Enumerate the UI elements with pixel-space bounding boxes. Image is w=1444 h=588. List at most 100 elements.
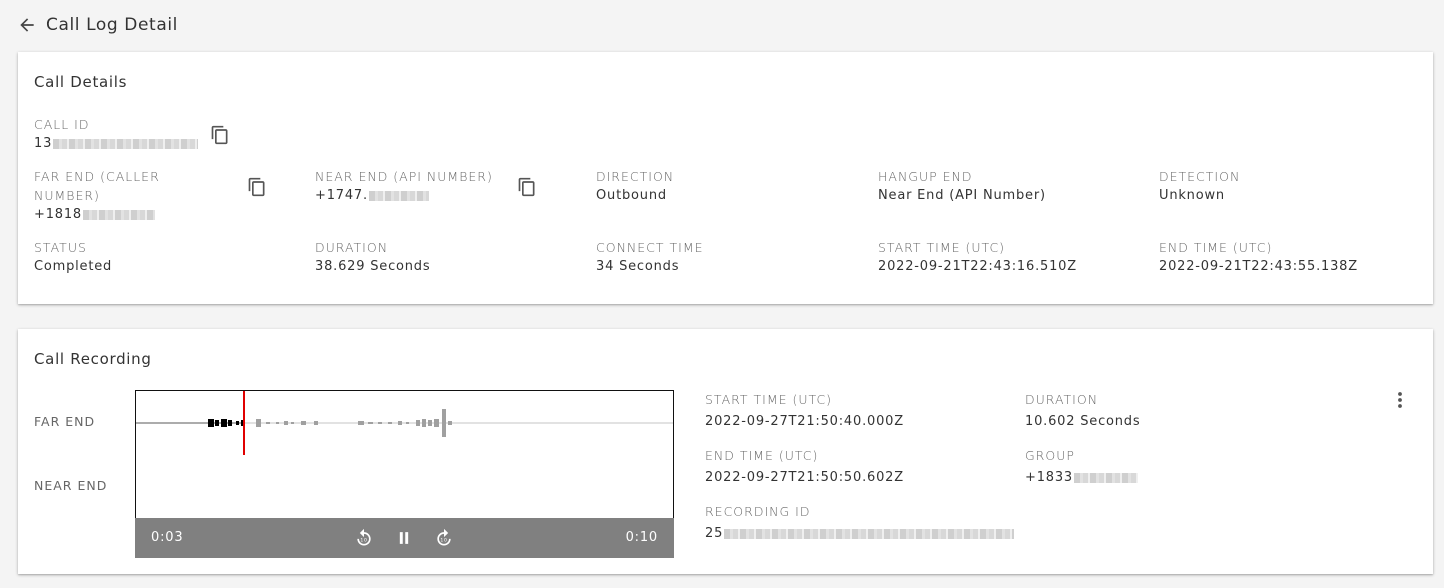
waveform-segment [378, 422, 382, 424]
player-controls: 0:03 10 10 0:10 [135, 518, 674, 558]
forward-10-button[interactable]: 10 [433, 527, 455, 549]
end-time-label: END TIME (UTC) [1159, 240, 1273, 255]
direction-label: DIRECTION [596, 169, 675, 184]
recording-id-value: 25 [705, 524, 1015, 543]
copy-near-end-button[interactable] [516, 176, 538, 198]
call-details-title: Call Details [34, 73, 128, 91]
waveform-segment [416, 420, 420, 426]
recording-start-time-label: START TIME (UTC) [705, 392, 833, 407]
pause-icon [399, 532, 409, 544]
waveform-segment [256, 419, 261, 427]
near-end-field: NEAR END (API NUMBER) +1747. [315, 167, 545, 205]
svg-text:10: 10 [360, 537, 367, 543]
recording-duration-value: 10.602 Seconds [1025, 414, 1141, 429]
direction-field: DIRECTION Outbound [596, 167, 826, 205]
call-id-text: 13 [34, 136, 53, 151]
waveform-segment [368, 422, 373, 424]
waveform-segment [406, 422, 409, 424]
recording-end-time-field: END TIME (UTC) 2022-09-27T21:50:50.602Z [705, 446, 904, 487]
waveform-segment [276, 422, 279, 424]
recording-end-time-label: END TIME (UTC) [705, 448, 819, 463]
arrow-left-icon [20, 18, 34, 32]
copy-far-end-button[interactable] [246, 176, 268, 198]
waveform-segment [236, 421, 239, 425]
far-end-field: FAR END (CALLER NUMBER) +1818 [34, 167, 204, 224]
far-end-text: +1818 [34, 207, 82, 222]
detection-label: DETECTION [1159, 169, 1241, 184]
end-time-field: END TIME (UTC) 2022-09-21T22:43:55.138Z [1159, 238, 1389, 276]
status-field: STATUS Completed [34, 238, 264, 276]
replay-10-button[interactable]: 10 [353, 527, 375, 549]
waveform-segment [208, 419, 214, 427]
page-title: Call Log Detail [46, 15, 178, 35]
connect-time-field: CONNECT TIME 34 Seconds [596, 238, 826, 276]
recording-group-value: +1833 [1025, 468, 1138, 487]
duration-value: 38.629 Seconds [315, 259, 431, 274]
copy-call-id-button[interactable] [209, 124, 231, 146]
recording-group-label: GROUP [1025, 448, 1075, 463]
recording-id-field: RECORDING ID 25 [705, 502, 1015, 543]
back-button[interactable] [16, 14, 38, 36]
waveform-segment [215, 420, 219, 426]
recording-duration-field: DURATION 10.602 Seconds [1025, 390, 1140, 431]
call-recording-card: Call Recording FAR END NEAR END 0:03 10 … [18, 329, 1433, 574]
copy-icon [211, 125, 228, 145]
recording-group-field: GROUP +1833 [1025, 446, 1138, 487]
forward-10-icon: 10 [437, 528, 451, 546]
current-time: 0:03 [151, 530, 184, 545]
recording-start-time-field: START TIME (UTC) 2022-09-27T21:50:40.000… [705, 390, 904, 431]
waveform-svg [136, 391, 673, 455]
connect-time-value: 34 Seconds [596, 259, 680, 274]
waveform-segment [301, 421, 306, 425]
waveform-segment [434, 419, 439, 427]
near-end-text: +1747. [315, 188, 368, 203]
waveform-segment [284, 421, 288, 425]
recording-start-time-value: 2022-09-27T21:50:40.000Z [705, 414, 904, 429]
direction-value: Outbound [596, 188, 667, 203]
redacted-text [82, 209, 155, 220]
call-details-card: Call Details CALL ID 13 FAR END (CALLER … [18, 52, 1433, 304]
track-label-far-end: FAR END [34, 414, 96, 429]
recording-duration-label: DURATION [1025, 392, 1099, 407]
waveform-segment [398, 421, 402, 425]
duration-field: DURATION 38.629 Seconds [315, 238, 545, 276]
waveform-segment [428, 420, 432, 426]
end-time-value: 2022-09-21T22:43:55.138Z [1159, 259, 1358, 274]
status-label: STATUS [34, 240, 87, 255]
waveform-segment [388, 422, 392, 424]
svg-text:10: 10 [440, 537, 447, 543]
detection-value: Unknown [1159, 188, 1225, 203]
waveform-segment [448, 421, 452, 425]
more-vert-icon [1398, 392, 1402, 408]
status-value: Completed [34, 259, 113, 274]
total-time: 0:10 [625, 530, 658, 545]
waveform-segment [266, 422, 270, 424]
page-header: Call Log Detail [16, 12, 178, 38]
start-time-value: 2022-09-21T22:43:16.510Z [878, 259, 1077, 274]
start-time-field: START TIME (UTC) 2022-09-21T22:43:16.510… [878, 238, 1108, 276]
hangup-end-field: HANGUP END Near End (API Number) [878, 167, 1108, 205]
replay-10-icon: 10 [357, 528, 371, 546]
redacted-text [53, 138, 199, 149]
copy-icon [518, 177, 535, 197]
recording-end-time-value: 2022-09-27T21:50:50.602Z [705, 470, 904, 485]
waveform-segment [358, 421, 364, 425]
more-options-button[interactable] [1393, 389, 1407, 411]
copy-icon [248, 177, 265, 197]
call-recording-title: Call Recording [34, 350, 152, 368]
waveform[interactable] [135, 390, 674, 518]
recording-id-label: RECORDING ID [705, 504, 811, 519]
hangup-end-value: Near End (API Number) [878, 188, 1046, 203]
far-end-value: +1818 [34, 205, 204, 224]
recording-group-text: +1833 [1025, 470, 1073, 485]
waveform-segment [422, 419, 426, 427]
waveform-segment [228, 420, 232, 426]
waveform-segment [314, 421, 318, 425]
near-end-value: +1747. [315, 186, 545, 205]
pause-button[interactable] [393, 527, 415, 549]
waveform-segment [291, 422, 294, 424]
redacted-text [1073, 472, 1138, 483]
waveform-segment [221, 419, 227, 427]
duration-label: DURATION [315, 240, 389, 255]
connect-time-label: CONNECT TIME [596, 240, 704, 255]
